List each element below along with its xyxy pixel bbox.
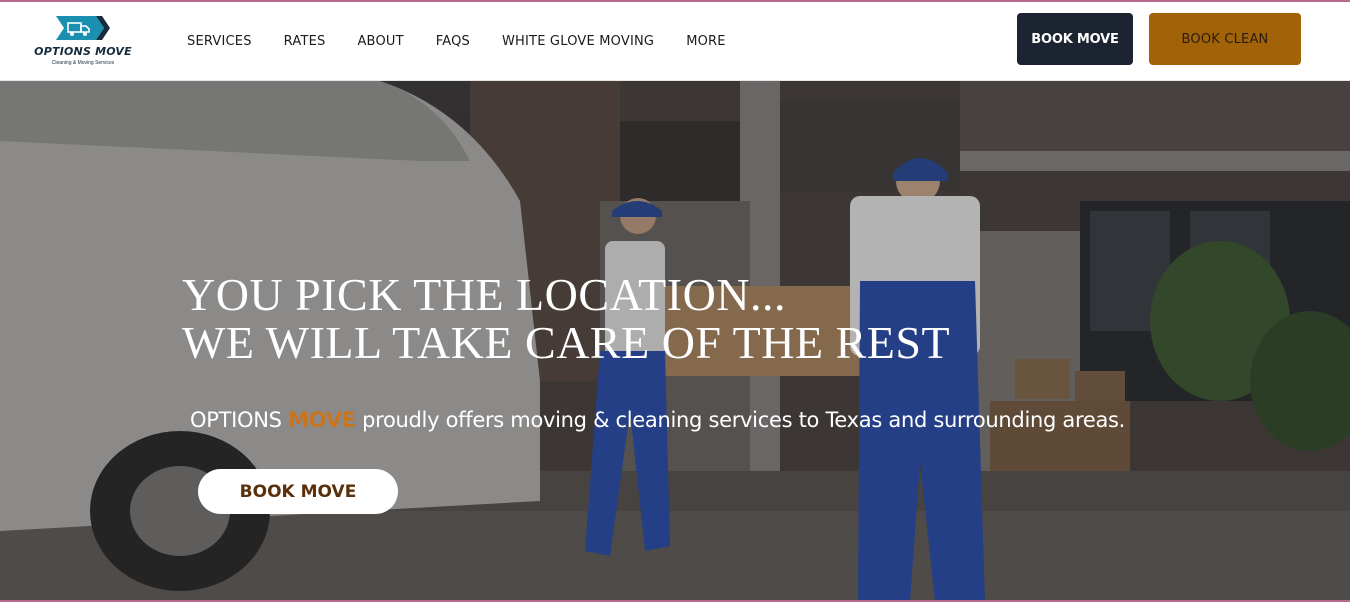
nav-item-services[interactable]: SERVICES bbox=[187, 34, 252, 49]
hero-headline-line-2: WE WILL TAKE CARE OF THE REST bbox=[182, 317, 951, 368]
hero-section: YOU PICK THE LOCATION... WE WILL TAKE CA… bbox=[0, 81, 1350, 602]
hero-headline: YOU PICK THE LOCATION... WE WILL TAKE CA… bbox=[182, 271, 950, 367]
main-nav: SERVICES RATES ABOUT FAQS WHITE GLOVE MO… bbox=[187, 2, 758, 81]
moving-truck-icon bbox=[56, 16, 110, 40]
hero-tagline-suffix: proudly offers moving & cleaning service… bbox=[362, 408, 1126, 432]
header-book-move-button[interactable]: BOOK MOVE bbox=[1017, 13, 1133, 65]
hero-tagline-prefix: OPTIONS bbox=[190, 408, 282, 432]
brand-tagline: Cleaning & Moving Services bbox=[51, 60, 115, 66]
nav-item-white-glove-moving[interactable]: WHITE GLOVE MOVING bbox=[502, 34, 654, 49]
nav-item-about[interactable]: ABOUT bbox=[357, 34, 403, 49]
brand-name: OPTIONS MOVE bbox=[34, 45, 132, 58]
header-book-clean-button[interactable]: BOOK CLEAN bbox=[1149, 13, 1301, 65]
nav-item-more[interactable]: MORE bbox=[686, 34, 726, 49]
hero-headline-line-1: YOU PICK THE LOCATION... bbox=[182, 269, 787, 320]
hero-tagline: OPTIONS MOVE proudly offers moving & cle… bbox=[190, 408, 1125, 432]
site-header: OPTIONS MOVE Cleaning & Moving Services … bbox=[0, 2, 1350, 81]
nav-item-faqs[interactable]: FAQS bbox=[436, 34, 470, 49]
brand-logo[interactable]: OPTIONS MOVE Cleaning & Moving Services bbox=[34, 16, 132, 70]
hero-tagline-accent: MOVE bbox=[288, 408, 356, 432]
nav-item-rates[interactable]: RATES bbox=[284, 34, 326, 49]
hero-book-move-button[interactable]: BOOK MOVE bbox=[198, 469, 398, 514]
